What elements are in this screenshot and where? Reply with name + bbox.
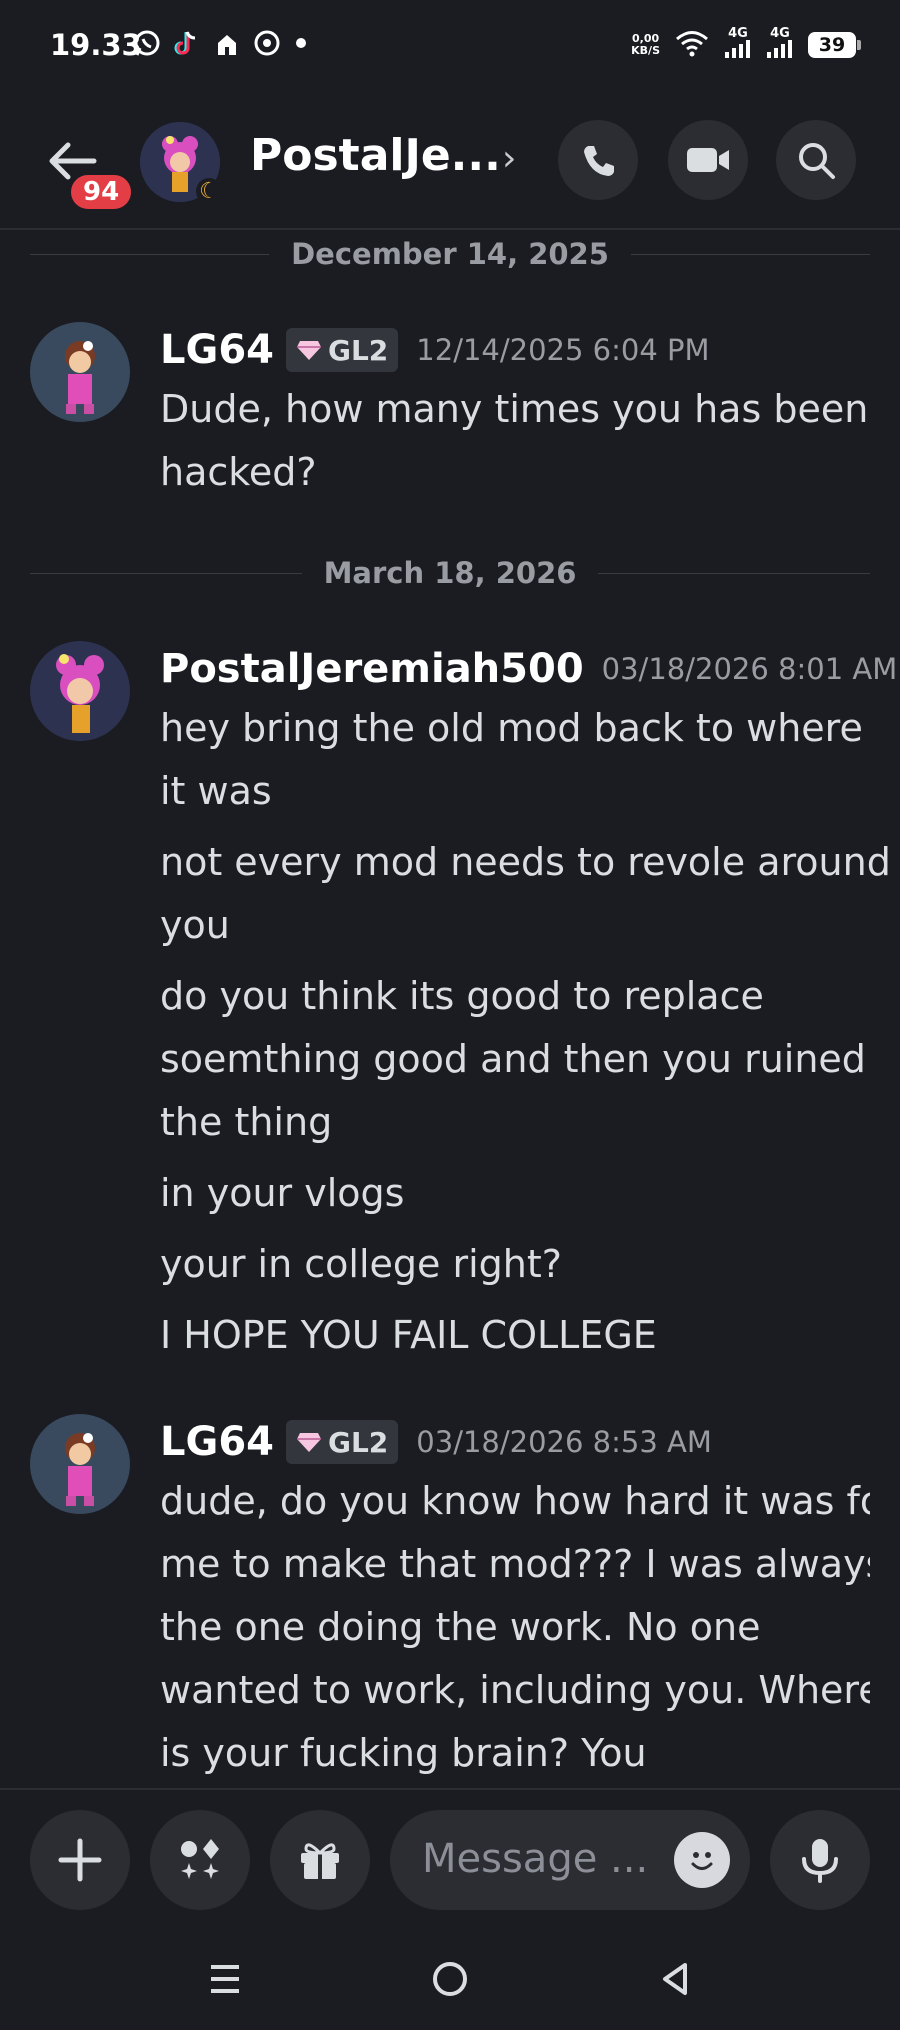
smiley-icon xyxy=(691,1852,713,1870)
timestamp: 03/18/2026 8:01 AM xyxy=(601,652,898,686)
wifi-icon xyxy=(674,28,710,62)
emoji-button[interactable] xyxy=(674,1832,730,1888)
network-speed: 0,00 KB/S xyxy=(631,32,660,57)
chat-title[interactable]: PostalJe... xyxy=(250,130,501,181)
timestamp: 03/18/2026 8:53 AM xyxy=(416,1425,712,1459)
diamond-icon xyxy=(296,341,321,360)
message-group[interactable]: LG64 GL2 12/14/2025 6:04 PM Dude, how ma… xyxy=(30,322,870,502)
nav-back-button[interactable] xyxy=(650,1954,700,2004)
add-button[interactable] xyxy=(30,1810,130,1910)
signal-2: 4G xyxy=(766,27,794,62)
message-text: do you think its good to replace soemthi… xyxy=(160,974,866,1144)
message-composer: Message ... xyxy=(0,1788,900,1926)
status-bar: 19.33 0,00 KB/S 4G 4G 39 xyxy=(0,0,900,100)
notification-dot-icon xyxy=(296,38,306,48)
message-text: in your vlogs xyxy=(160,1171,405,1215)
timestamp: 12/14/2025 6:04 PM xyxy=(416,333,710,367)
avatar[interactable] xyxy=(30,322,130,422)
video-call-button[interactable] xyxy=(668,120,748,200)
message-text: I HOPE YOU FAIL COLLEGE xyxy=(160,1313,657,1357)
message-text: hey bring the old mod back to where it w… xyxy=(160,706,863,813)
author-name[interactable]: LG64 xyxy=(160,1419,274,1465)
apps-icon xyxy=(181,1839,219,1879)
status-time: 19.33 xyxy=(50,28,142,62)
chat-header: 94 ☾ PostalJe... › xyxy=(0,100,900,230)
record-icon xyxy=(252,28,282,58)
message-text: Dude, how many times you has been hacked… xyxy=(160,387,869,494)
home-button[interactable] xyxy=(425,1954,475,2004)
mosque-icon xyxy=(212,28,242,58)
signal-bars-icon xyxy=(725,40,750,58)
signal-bars-icon xyxy=(767,40,792,58)
unread-badge: 94 xyxy=(68,172,135,212)
gift-button[interactable] xyxy=(270,1810,370,1910)
guild-tag[interactable]: GL2 xyxy=(285,328,399,372)
system-nav-bar xyxy=(0,1924,900,2030)
signal-1: 4G xyxy=(724,27,752,62)
avatar[interactable] xyxy=(30,1414,130,1514)
chevron-right-icon[interactable]: › xyxy=(502,138,516,179)
author-name[interactable]: LG64 xyxy=(160,327,274,373)
message-text: not every mod needs to revole around you xyxy=(160,840,891,947)
author-name[interactable]: PostalJeremiah500 xyxy=(160,646,584,692)
message-text: dude, do you know how hard it was for me… xyxy=(160,1479,870,1775)
plus-icon xyxy=(58,1838,102,1882)
message-text: your in college right? xyxy=(160,1242,562,1286)
menu-icon xyxy=(211,1965,239,1993)
triangle-back-icon xyxy=(663,1963,687,1995)
message-group[interactable]: LG64 GL2 03/18/2026 8:53 AM dude, do you… xyxy=(30,1414,870,1794)
recent-apps-button[interactable] xyxy=(200,1954,250,2004)
voice-call-button[interactable] xyxy=(558,120,638,200)
date-divider: March 18, 2026 xyxy=(30,553,870,593)
message-group[interactable]: PostalJeremiah500 03/18/2026 8:01 AM hey… xyxy=(30,641,897,1361)
tiktok-icon xyxy=(172,28,202,58)
diamond-icon xyxy=(296,1433,321,1452)
voice-message-button[interactable] xyxy=(770,1810,870,1910)
circle-icon xyxy=(433,1962,467,1996)
date-divider: December 14, 2025 xyxy=(30,234,871,274)
whatsapp-icon xyxy=(132,28,162,58)
microphone-icon xyxy=(802,1839,838,1883)
search-icon xyxy=(799,143,835,179)
phone-icon xyxy=(584,146,614,176)
gift-icon xyxy=(301,1843,339,1879)
message-input[interactable]: Message ... xyxy=(390,1810,750,1910)
apps-button[interactable] xyxy=(150,1810,250,1910)
idle-moon-icon: ☾ xyxy=(196,178,222,204)
avatar[interactable] xyxy=(30,641,130,741)
search-button[interactable] xyxy=(776,120,856,200)
video-camera-icon xyxy=(687,148,729,172)
guild-tag[interactable]: GL2 xyxy=(285,1420,399,1464)
battery-icon: 39 xyxy=(808,32,861,58)
